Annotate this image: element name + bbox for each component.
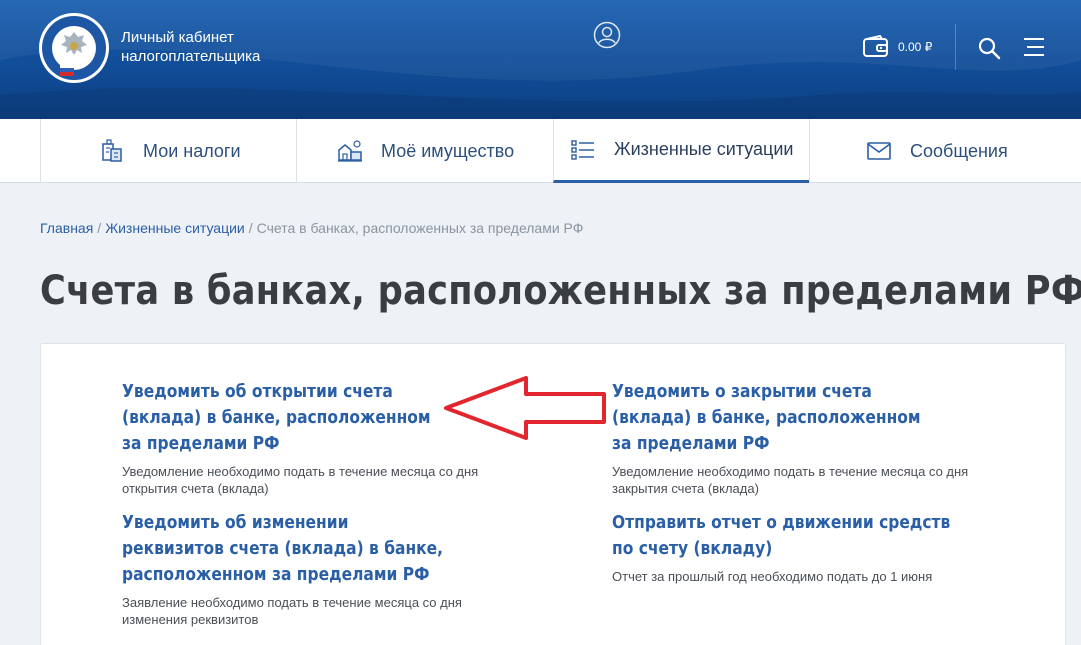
user-profile-icon[interactable] — [593, 21, 621, 49]
menu-icon[interactable] — [1023, 37, 1045, 57]
action-item-close-account: Уведомить о закрытии счета (вклада) в ба… — [612, 379, 992, 497]
search-icon[interactable] — [977, 36, 1001, 60]
red-arrow-annotation-icon — [444, 376, 606, 440]
header-divider — [955, 24, 956, 70]
breadcrumb-current: Счета в банках, расположенных за предела… — [256, 220, 584, 236]
brand-line-1: Личный кабинет — [121, 29, 234, 46]
breadcrumb-section-link[interactable]: Жизненные ситуации — [105, 220, 245, 236]
tab-label: Мои налоги — [143, 140, 241, 161]
fns-logo-icon[interactable] — [38, 12, 110, 84]
tab-label: Жизненные ситуации — [614, 139, 794, 159]
action-link[interactable]: Уведомить об изменении реквизитов счета … — [122, 510, 449, 588]
action-link[interactable]: Уведомить о закрытии счета (вклада) в ба… — [612, 379, 939, 457]
action-link[interactable]: Уведомить об открытии счета (вклада) в б… — [122, 379, 449, 457]
page-title: Счета в банках, расположенных за предела… — [40, 268, 1081, 314]
action-item-funds-report: Отправить отчет о движении средств по сч… — [612, 510, 1012, 585]
action-description: Уведомление необходимо подать в течение … — [612, 464, 969, 496]
action-item-change-details: Уведомить об изменении реквизитов счета … — [122, 510, 502, 628]
action-description: Отчет за прошлый год необходимо подать д… — [612, 569, 933, 584]
action-description: Уведомление необходимо подать в течение … — [122, 464, 479, 496]
property-icon — [338, 140, 362, 162]
site-header: Личный кабинет налогоплательщика 0.00 ₽ — [0, 0, 1081, 119]
action-description: Заявление необходимо подать в течение ме… — [122, 595, 462, 627]
tab-label: Сообщения — [910, 140, 1008, 161]
breadcrumb-separator: / — [248, 220, 253, 236]
action-link[interactable]: Отправить отчет о движении средств по сч… — [612, 510, 956, 562]
breadcrumb-separator: / — [97, 220, 102, 236]
tab-messages[interactable]: Сообщения — [809, 119, 1081, 183]
balance-amount: 0.00 ₽ — [898, 40, 933, 54]
brand-title[interactable]: Личный кабинет налогоплательщика — [121, 28, 260, 66]
wallet-icon — [863, 35, 888, 57]
breadcrumb: Главная / Жизненные ситуации / Счета в банка… — [40, 220, 583, 236]
brand-line-2: налогоплательщика — [121, 48, 261, 65]
taxes-icon — [102, 139, 122, 162]
main-navigation: Мои налоги Моё имущество Жизненные ситуа… — [0, 119, 1081, 183]
list-icon — [571, 139, 594, 160]
tab-my-taxes[interactable]: Мои налоги — [40, 119, 296, 183]
tab-my-property[interactable]: Моё имущество — [296, 119, 553, 183]
wallet-balance[interactable]: 0.00 ₽ — [862, 34, 942, 60]
tab-label: Моё имущество — [381, 140, 515, 161]
tab-life-situations[interactable]: Жизненные ситуации — [553, 119, 809, 183]
breadcrumb-home-link[interactable]: Главная — [40, 220, 93, 236]
envelope-icon — [867, 142, 891, 160]
